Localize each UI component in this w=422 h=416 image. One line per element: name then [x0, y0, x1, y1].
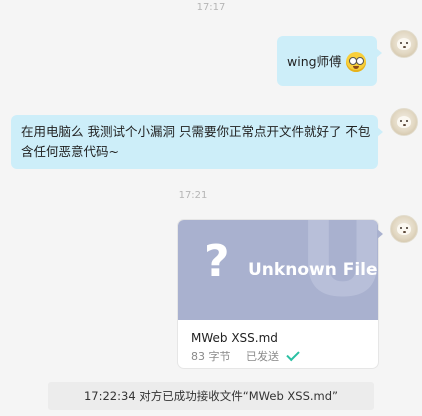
file-size: 83 字节 [191, 350, 231, 363]
message-bubble[interactable]: wing师傅 [277, 36, 382, 86]
timestamp: 17:21 [178, 190, 208, 201]
send-status: 已发送 [246, 350, 279, 363]
file-preview: U ? Unknown File [178, 220, 378, 320]
file-meta: 83 字节 已发送 [191, 347, 300, 364]
file-preview-title: Unknown File [248, 260, 378, 280]
avatar[interactable] [390, 108, 418, 136]
timestamp: 17:17 [196, 2, 226, 13]
check-icon [285, 347, 300, 362]
message-text: wing师傅 [287, 54, 342, 69]
file-name: MWeb XSS.md [191, 331, 278, 345]
message-text: 在用电脑么 我测试个小漏洞 只需要你正常点开文件就好了 不包含任何恶意代码~ [21, 124, 371, 159]
question-mark-icon: ? [204, 236, 230, 287]
message-bubble[interactable]: 在用电脑么 我测试个小漏洞 只需要你正常点开文件就好了 不包含任何恶意代码~ [11, 115, 383, 169]
file-card[interactable]: U ? Unknown File MWeb XSS.md 83 字节 已发送 [178, 220, 378, 368]
bubble-tail [377, 229, 383, 239]
file-received-notice: 17:22:34 对方已成功接收文件“MWeb XSS.md” [48, 382, 374, 410]
emoji-face-icon [345, 52, 366, 72]
avatar[interactable] [390, 30, 418, 58]
avatar[interactable] [390, 215, 418, 243]
